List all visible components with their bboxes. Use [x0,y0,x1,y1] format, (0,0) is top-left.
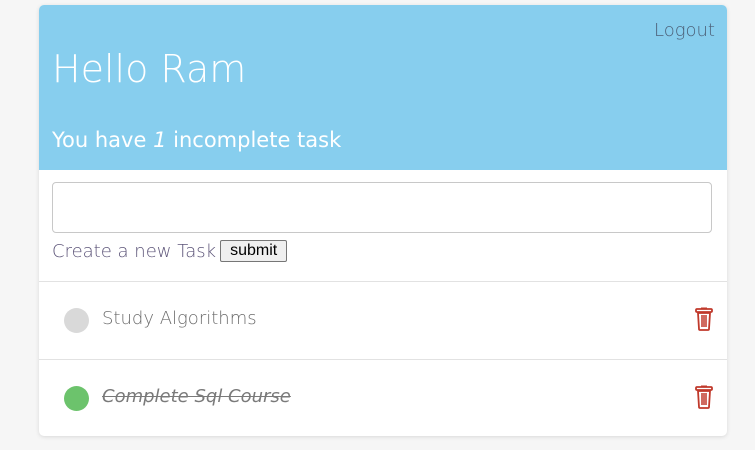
trash-icon[interactable] [695,307,713,331]
greeting-title: Hello Ram [52,47,247,91]
task-title: Complete Sql Course [102,386,291,407]
complete-status-icon[interactable] [64,386,89,411]
create-task-label: Create a new Task [52,240,217,262]
task-title: Study Algorithms [102,308,257,329]
summary-prefix: You have [52,128,154,152]
create-task-area: Create a new Task submit [39,170,727,282]
submit-button[interactable]: submit [220,240,288,262]
task-row: Complete Sql Course [39,360,727,436]
incomplete-summary: You have 1 incomplete task [52,128,341,152]
create-row: Create a new Task submit [52,240,288,262]
incomplete-count: 1 [153,128,167,152]
header: Logout Hello Ram You have 1 incomplete t… [39,5,727,170]
todo-card: Logout Hello Ram You have 1 incomplete t… [39,5,727,436]
task-list: Study Algorithms Complete Sql Course [39,282,727,436]
task-row: Study Algorithms [39,282,727,360]
summary-suffix: incomplete task [166,128,342,152]
trash-icon[interactable] [695,385,713,409]
incomplete-status-icon[interactable] [64,308,89,333]
new-task-input[interactable] [52,182,712,233]
logout-link[interactable]: Logout [654,20,715,41]
